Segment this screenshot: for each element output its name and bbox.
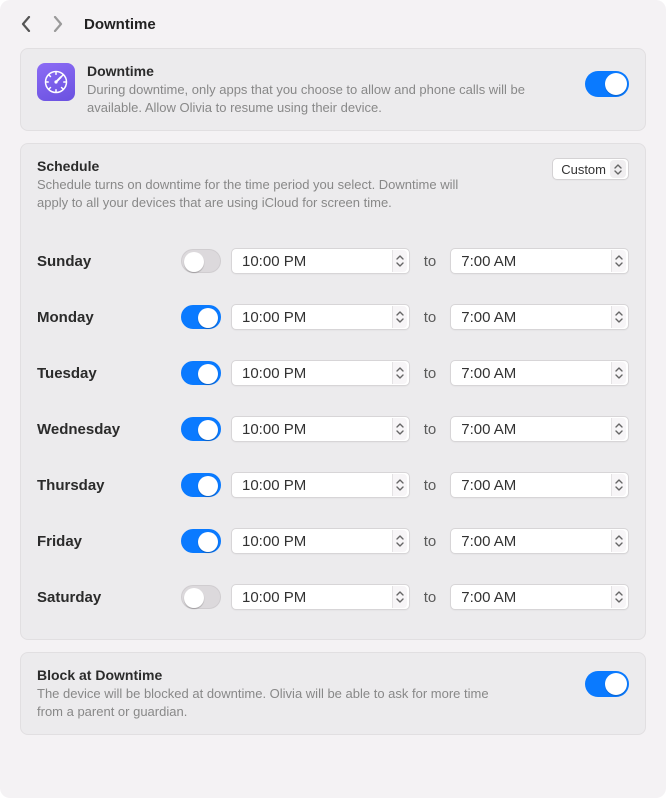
day-row: Friday 10:00 PM to 7:00 AM	[37, 513, 629, 569]
downtime-icon	[37, 63, 75, 101]
day-row: Monday 10:00 PM to 7:00 AM	[37, 289, 629, 345]
time-from-field[interactable]: 10:00 PM	[231, 472, 410, 498]
nav-back-button[interactable]	[14, 10, 38, 38]
day-row: Tuesday 10:00 PM to 7:00 AM	[37, 345, 629, 401]
time-from-value: 10:00 PM	[242, 309, 306, 326]
day-label: Wednesday	[37, 421, 171, 438]
chevron-right-icon	[52, 16, 64, 32]
time-from-value: 10:00 PM	[242, 477, 306, 494]
time-stepper-icon[interactable]	[611, 306, 626, 328]
block-at-downtime-toggle[interactable]	[585, 671, 629, 697]
day-toggle[interactable]	[181, 417, 221, 441]
time-stepper-icon[interactable]	[392, 474, 407, 496]
time-to-field[interactable]: 7:00 AM	[450, 248, 629, 274]
nav-forward-button[interactable]	[46, 10, 70, 38]
time-to-value: 7:00 AM	[461, 533, 516, 550]
time-to-value: 7:00 AM	[461, 365, 516, 382]
time-from-field[interactable]: 10:00 PM	[231, 528, 410, 554]
dropdown-stepper-icon	[610, 160, 626, 178]
time-to-label: to	[420, 421, 441, 438]
time-stepper-icon[interactable]	[392, 362, 407, 384]
day-toggle[interactable]	[181, 473, 221, 497]
day-label: Sunday	[37, 253, 171, 270]
gauge-icon	[43, 69, 69, 95]
time-to-label: to	[420, 309, 441, 326]
time-stepper-icon[interactable]	[611, 474, 626, 496]
time-to-label: to	[420, 365, 441, 382]
block-at-downtime-panel: Block at Downtime The device will be blo…	[20, 652, 646, 735]
day-row: Thursday 10:00 PM to 7:00 AM	[37, 457, 629, 513]
time-from-value: 10:00 PM	[242, 533, 306, 550]
chevron-left-icon	[20, 16, 32, 32]
time-from-field[interactable]: 10:00 PM	[231, 360, 410, 386]
time-stepper-icon[interactable]	[392, 250, 407, 272]
content: Downtime During downtime, only apps that…	[0, 48, 666, 755]
time-from-field[interactable]: 10:00 PM	[231, 584, 410, 610]
time-to-value: 7:00 AM	[461, 589, 516, 606]
day-toggle[interactable]	[181, 585, 221, 609]
day-label: Tuesday	[37, 365, 171, 382]
day-label: Saturday	[37, 589, 171, 606]
block-desc: The device will be blocked at downtime. …	[37, 685, 517, 720]
schedule-mode-dropdown[interactable]: Custom	[552, 158, 629, 180]
day-row: Wednesday 10:00 PM to 7:00 AM	[37, 401, 629, 457]
day-toggle[interactable]	[181, 249, 221, 273]
time-stepper-icon[interactable]	[392, 306, 407, 328]
day-label: Thursday	[37, 477, 171, 494]
schedule-panel: Schedule Schedule turns on downtime for …	[20, 143, 646, 640]
schedule-desc: Schedule turns on downtime for the time …	[37, 176, 467, 211]
schedule-mode-value: Custom	[561, 162, 606, 177]
block-title: Block at Downtime	[37, 667, 573, 683]
day-label: Monday	[37, 309, 171, 326]
page-title: Downtime	[84, 16, 156, 33]
day-toggle[interactable]	[181, 305, 221, 329]
time-to-label: to	[420, 589, 441, 606]
time-stepper-icon[interactable]	[611, 586, 626, 608]
time-stepper-icon[interactable]	[392, 530, 407, 552]
downtime-hero-title: Downtime	[87, 63, 573, 79]
time-stepper-icon[interactable]	[611, 362, 626, 384]
day-row: Saturday 10:00 PM to 7:00 AM	[37, 569, 629, 625]
day-row: Sunday 10:00 PM to 7:00 AM	[37, 233, 629, 289]
time-from-value: 10:00 PM	[242, 253, 306, 270]
day-toggle[interactable]	[181, 529, 221, 553]
time-stepper-icon[interactable]	[611, 530, 626, 552]
time-to-field[interactable]: 7:00 AM	[450, 528, 629, 554]
time-stepper-icon[interactable]	[392, 418, 407, 440]
downtime-master-toggle[interactable]	[585, 71, 629, 97]
downtime-hero-panel: Downtime During downtime, only apps that…	[20, 48, 646, 131]
time-from-value: 10:00 PM	[242, 365, 306, 382]
time-to-field[interactable]: 7:00 AM	[450, 416, 629, 442]
time-stepper-icon[interactable]	[392, 586, 407, 608]
time-to-label: to	[420, 477, 441, 494]
time-from-field[interactable]: 10:00 PM	[231, 416, 410, 442]
downtime-window: Downtime	[0, 0, 666, 798]
titlebar: Downtime	[0, 0, 666, 48]
time-to-label: to	[420, 253, 441, 270]
time-from-field[interactable]: 10:00 PM	[231, 248, 410, 274]
schedule-days-list: Sunday 10:00 PM to 7:00 AM Monday 10:00 …	[37, 233, 629, 625]
time-to-field[interactable]: 7:00 AM	[450, 584, 629, 610]
time-to-field[interactable]: 7:00 AM	[450, 304, 629, 330]
time-to-value: 7:00 AM	[461, 477, 516, 494]
time-to-value: 7:00 AM	[461, 253, 516, 270]
day-toggle[interactable]	[181, 361, 221, 385]
time-from-value: 10:00 PM	[242, 589, 306, 606]
time-from-value: 10:00 PM	[242, 421, 306, 438]
schedule-title: Schedule	[37, 158, 540, 174]
time-to-field[interactable]: 7:00 AM	[450, 360, 629, 386]
time-to-value: 7:00 AM	[461, 421, 516, 438]
time-stepper-icon[interactable]	[611, 250, 626, 272]
time-from-field[interactable]: 10:00 PM	[231, 304, 410, 330]
time-stepper-icon[interactable]	[611, 418, 626, 440]
day-label: Friday	[37, 533, 171, 550]
time-to-field[interactable]: 7:00 AM	[450, 472, 629, 498]
time-to-value: 7:00 AM	[461, 309, 516, 326]
time-to-label: to	[420, 533, 441, 550]
downtime-hero-desc: During downtime, only apps that you choo…	[87, 81, 573, 116]
